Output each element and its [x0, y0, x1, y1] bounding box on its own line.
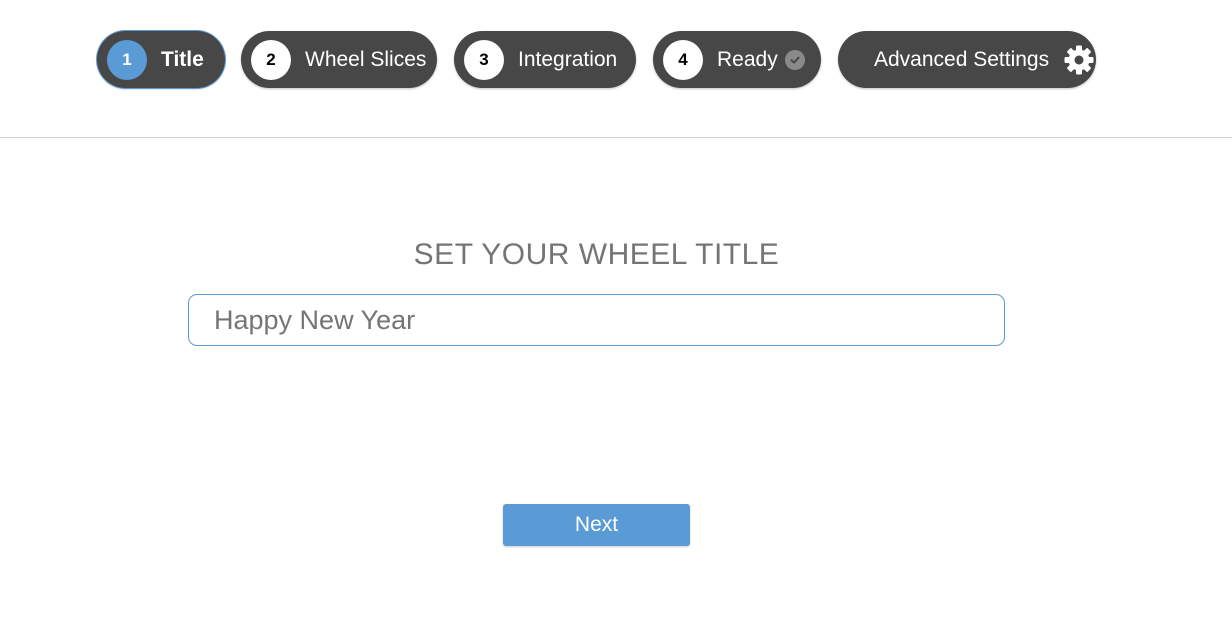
gear-icon	[1063, 44, 1095, 76]
step-label: Ready	[717, 47, 778, 71]
advanced-settings-label: Advanced Settings	[874, 47, 1050, 71]
next-button[interactable]: Next	[503, 504, 690, 546]
step-number: 1	[107, 39, 147, 80]
step-label: Wheel Slices	[305, 47, 427, 71]
step-number: 4	[663, 39, 703, 80]
step-number: 2	[251, 39, 291, 80]
header-divider	[0, 137, 1232, 138]
advanced-settings-button[interactable]: Advanced Settings	[838, 31, 1096, 88]
step-label: Integration	[518, 47, 618, 71]
wheel-title-input[interactable]	[188, 294, 1005, 346]
step-label: Title	[161, 47, 204, 71]
step-integration[interactable]: 3 Integration	[454, 31, 636, 88]
wheel-setup-page: 1 Title 2 Wheel Slices 3 Integration 4 R…	[0, 0, 1232, 620]
check-circle-icon	[784, 49, 805, 70]
step-navigation: 1 Title 2 Wheel Slices 3 Integration 4 R…	[0, 31, 1232, 88]
step-ready[interactable]: 4 Ready	[653, 31, 821, 88]
page-heading: SET YOUR WHEEL TITLE	[413, 238, 780, 271]
step-title[interactable]: 1 Title	[97, 31, 225, 88]
step-wheel-slices[interactable]: 2 Wheel Slices	[241, 31, 437, 88]
step-number: 3	[464, 39, 504, 80]
